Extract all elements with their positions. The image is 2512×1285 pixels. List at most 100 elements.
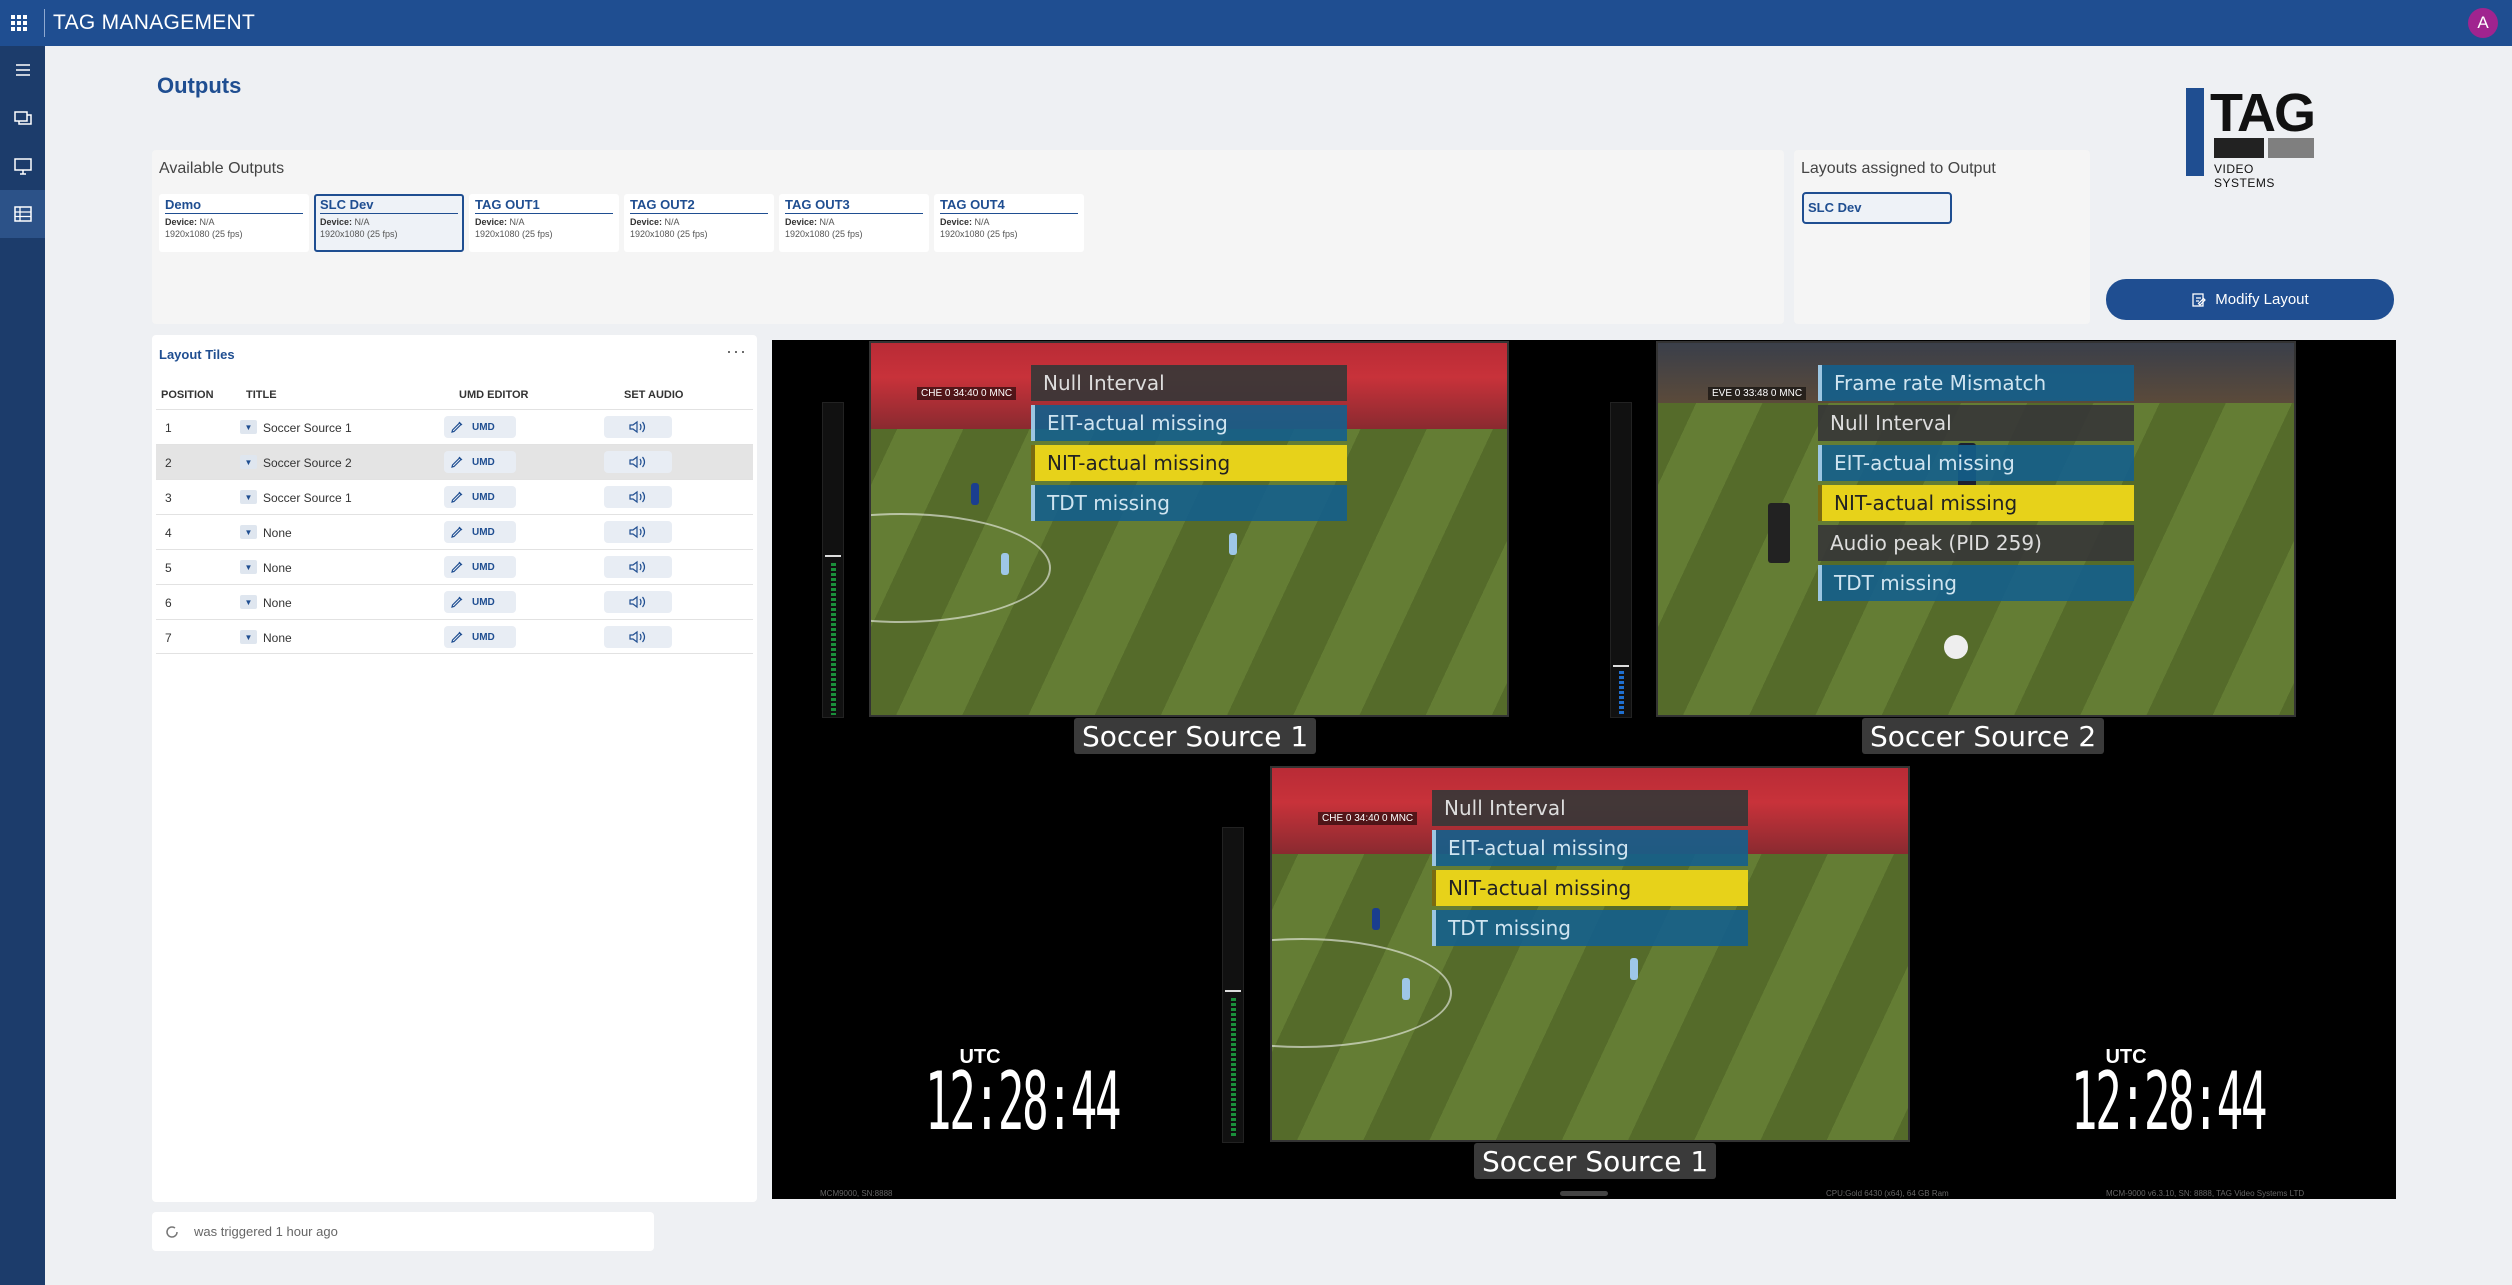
- title-dropdown-icon[interactable]: ▼: [240, 455, 257, 469]
- set-audio-button[interactable]: [604, 451, 672, 473]
- apps-menu-button[interactable]: [0, 0, 38, 46]
- assigned-layouts-label: Layouts assigned to Output: [1801, 160, 1996, 177]
- hamburger-menu-button[interactable]: [0, 46, 45, 94]
- audio-meter-tile-2: [1610, 402, 1632, 718]
- monitor-icon: [13, 158, 32, 175]
- set-audio-button[interactable]: [604, 556, 672, 578]
- row-position: 5: [165, 561, 172, 575]
- umd-editor-button[interactable]: UMD: [444, 591, 516, 613]
- output-name: TAG OUT4: [940, 197, 1078, 214]
- footer-device-text: MCM9000, SN:8888: [820, 1189, 893, 1198]
- output-card-slc-dev[interactable]: SLC Dev Device: N/A 1920x1080 (25 fps): [314, 194, 464, 252]
- user-avatar[interactable]: A: [2468, 8, 2498, 38]
- output-card-tag-out2[interactable]: TAG OUT2 Device: N/A 1920x1080 (25 fps): [624, 194, 774, 252]
- alarm-item: NIT-actual missing: [1818, 485, 2134, 521]
- table-row[interactable]: 4 ▼ None UMD: [156, 514, 753, 549]
- modify-layout-label: Modify Layout: [2215, 291, 2309, 308]
- output-device: Device: N/A: [630, 217, 680, 227]
- table-row[interactable]: 2 ▼ Soccer Source 2 UMD: [156, 444, 753, 479]
- output-card-tag-out4[interactable]: TAG OUT4 Device: N/A 1920x1080 (25 fps): [934, 194, 1084, 252]
- row-title: None: [263, 631, 292, 645]
- top-bar: TAG MANAGEMENT A: [0, 0, 2512, 46]
- row-title: None: [263, 561, 292, 575]
- title-dropdown-icon[interactable]: ▼: [240, 525, 257, 539]
- preview-scroll-handle[interactable]: [1560, 1191, 1608, 1196]
- set-audio-button[interactable]: [604, 486, 672, 508]
- col-umd-editor: UMD EDITOR: [459, 389, 529, 401]
- col-title: TITLE: [246, 389, 277, 401]
- pencil-icon: [451, 526, 463, 538]
- output-device: Device: N/A: [940, 217, 990, 227]
- output-name: TAG OUT3: [785, 197, 923, 214]
- layout-preview: CHE 0 34:40 0 MNC Null Interval EIT-actu…: [772, 340, 2396, 1199]
- output-card-tag-out3[interactable]: TAG OUT3 Device: N/A 1920x1080 (25 fps): [779, 194, 929, 252]
- output-device: Device: N/A: [785, 217, 835, 227]
- pencil-icon: [451, 491, 463, 503]
- alarm-item: Null Interval: [1031, 365, 1347, 401]
- video-tile-3[interactable]: CHE 0 34:40 0 MNC Null Interval EIT-actu…: [1270, 766, 1910, 1142]
- table-row[interactable]: 1 ▼ Soccer Source 1 UMD: [156, 409, 753, 444]
- nav-outputs-button[interactable]: [0, 190, 45, 238]
- output-name: SLC Dev: [320, 197, 458, 214]
- umd-editor-button[interactable]: UMD: [444, 556, 516, 578]
- umd-editor-button[interactable]: UMD: [444, 521, 516, 543]
- topbar-divider: [44, 9, 45, 37]
- set-audio-button[interactable]: [604, 521, 672, 543]
- title-dropdown-icon[interactable]: ▼: [240, 630, 257, 644]
- output-card-tag-out1[interactable]: TAG OUT1 Device: N/A 1920x1080 (25 fps): [469, 194, 619, 252]
- footer-version-text: MCM-9000 v6.3.10, SN: 8888, TAG Video Sy…: [2106, 1189, 2305, 1198]
- alarm-item: EIT-actual missing: [1031, 405, 1347, 441]
- output-device: Device: N/A: [165, 217, 215, 227]
- alarm-stack: Frame rate Mismatch Null Interval EIT-ac…: [1818, 365, 2134, 605]
- layout-tiles-panel: Layout Tiles ··· POSITION TITLE UMD EDIT…: [152, 335, 757, 1202]
- table-row[interactable]: 7 ▼ None UMD: [156, 619, 753, 654]
- umd-label: UMD: [472, 456, 495, 468]
- set-audio-button[interactable]: [604, 416, 672, 438]
- footer-cpu-text: CPU:Gold 6430 (x64), 64 GB Ram: [1826, 1189, 1949, 1198]
- score-bug: CHE 0 34:40 0 MNC: [1318, 812, 1418, 825]
- title-dropdown-icon[interactable]: ▼: [240, 595, 257, 609]
- title-dropdown-icon[interactable]: ▼: [240, 490, 257, 504]
- modify-layout-button[interactable]: Modify Layout: [2106, 279, 2394, 320]
- alarm-item: TDT missing: [1432, 910, 1748, 946]
- table-row[interactable]: 5 ▼ None UMD: [156, 549, 753, 584]
- col-position: POSITION: [161, 389, 214, 401]
- row-title: Soccer Source 1: [263, 491, 352, 505]
- umd-editor-button[interactable]: UMD: [444, 486, 516, 508]
- set-audio-button[interactable]: [604, 626, 672, 648]
- alarm-item: EIT-actual missing: [1432, 830, 1748, 866]
- alarm-stack: Null Interval EIT-actual missing NIT-act…: [1432, 790, 1748, 950]
- table-row[interactable]: 6 ▼ None UMD: [156, 584, 753, 619]
- title-dropdown-icon[interactable]: ▼: [240, 560, 257, 574]
- umd-label-tile-3: Soccer Source 1: [1474, 1143, 1717, 1179]
- alarm-item: EIT-actual missing: [1818, 445, 2134, 481]
- speaker-icon: [629, 490, 646, 504]
- title-dropdown-icon[interactable]: ▼: [240, 420, 257, 434]
- table-row[interactable]: 3 ▼ Soccer Source 1 UMD: [156, 479, 753, 514]
- clock-time: 12:28:44: [925, 1055, 1122, 1148]
- output-resolution: 1920x1080 (25 fps): [785, 229, 863, 239]
- umd-editor-button[interactable]: UMD: [444, 416, 516, 438]
- video-tile-2[interactable]: EVE 0 33:48 0 MNC Frame rate Mismatch Nu…: [1656, 341, 2296, 717]
- table-header: POSITION TITLE UMD EDITOR SET AUDIO: [152, 385, 757, 407]
- assigned-layout-chip[interactable]: SLC Dev: [1802, 192, 1952, 224]
- status-text: was triggered 1 hour ago: [194, 1224, 338, 1239]
- video-tile-1[interactable]: CHE 0 34:40 0 MNC Null Interval EIT-actu…: [869, 341, 1509, 717]
- umd-label: UMD: [472, 561, 495, 573]
- row-title: None: [263, 526, 292, 540]
- umd-editor-button[interactable]: UMD: [444, 626, 516, 648]
- nav-sources-button[interactable]: [0, 94, 45, 142]
- nav-monitors-button[interactable]: [0, 142, 45, 190]
- alarm-item: NIT-actual missing: [1432, 870, 1748, 906]
- speaker-icon: [629, 525, 646, 539]
- output-resolution: 1920x1080 (25 fps): [940, 229, 1018, 239]
- available-outputs-panel: Available Outputs Demo Device: N/A 1920x…: [152, 150, 1784, 324]
- more-options-icon[interactable]: ···: [726, 341, 747, 362]
- set-audio-button[interactable]: [604, 591, 672, 613]
- output-card-demo[interactable]: Demo Device: N/A 1920x1080 (25 fps): [159, 194, 309, 252]
- output-device: Device: N/A: [475, 217, 525, 227]
- umd-label: UMD: [472, 421, 495, 433]
- pencil-icon: [451, 421, 463, 433]
- output-name: TAG OUT2: [630, 197, 768, 214]
- umd-editor-button[interactable]: UMD: [444, 451, 516, 473]
